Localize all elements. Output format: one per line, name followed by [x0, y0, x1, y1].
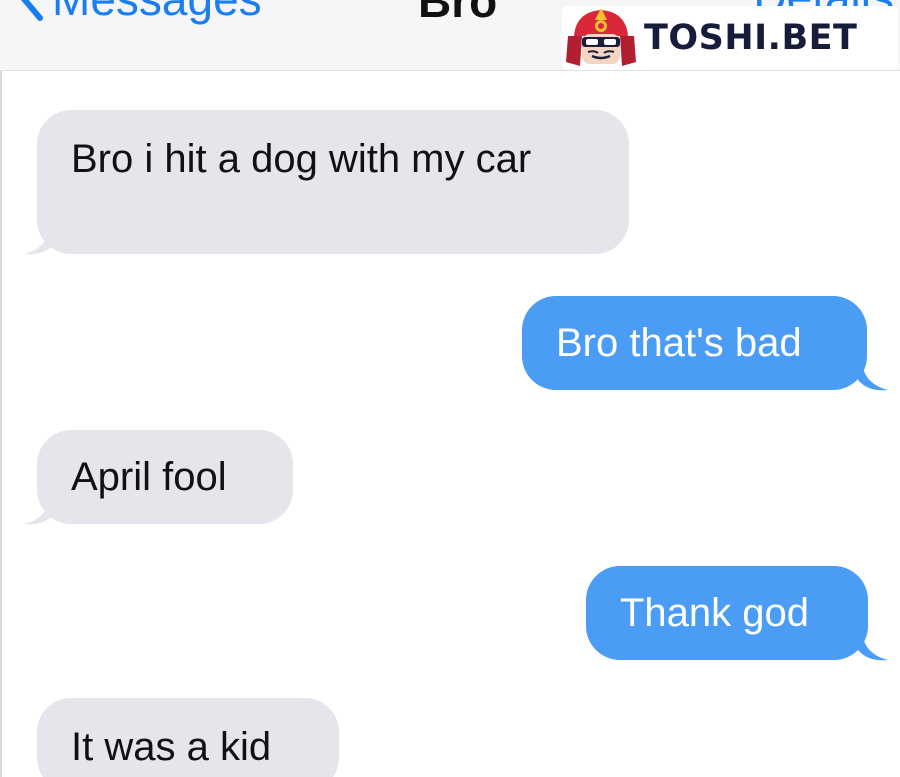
messages-screen: Messages Bro Details — [0, 0, 900, 777]
message-text: Thank god — [620, 591, 810, 635]
bubble-tail — [858, 632, 888, 661]
bubble-tail — [24, 496, 54, 525]
bubble-tail — [24, 226, 54, 255]
message-bubble-incoming: Bro i hit a dog with my car — [37, 110, 629, 254]
bubble-tail — [858, 362, 888, 391]
back-label: Messages — [52, 0, 262, 22]
message-text: Bro that's bad — [556, 321, 802, 365]
toshi-bet-watermark: TOSHI.BET — [562, 6, 898, 70]
chevron-left-icon — [18, 0, 46, 22]
message-text: April fool — [71, 455, 227, 499]
frame-edge — [0, 0, 2, 777]
message-text: It was a kid — [71, 725, 272, 769]
message-bubble-outgoing: Thank god — [586, 566, 868, 660]
conversation-title: Bro — [418, 0, 498, 27]
message-text: Bro i hit a dog with my car — [71, 137, 532, 181]
samurai-mascot-icon — [562, 6, 640, 70]
brand-text: TOSHI.BET — [644, 18, 858, 58]
message-bubble-outgoing: Bro that's bad — [522, 296, 867, 390]
back-button[interactable]: Messages — [18, 0, 262, 22]
message-bubble-incoming: It was a kid — [37, 698, 339, 777]
message-bubble-incoming: April fool — [37, 430, 293, 524]
